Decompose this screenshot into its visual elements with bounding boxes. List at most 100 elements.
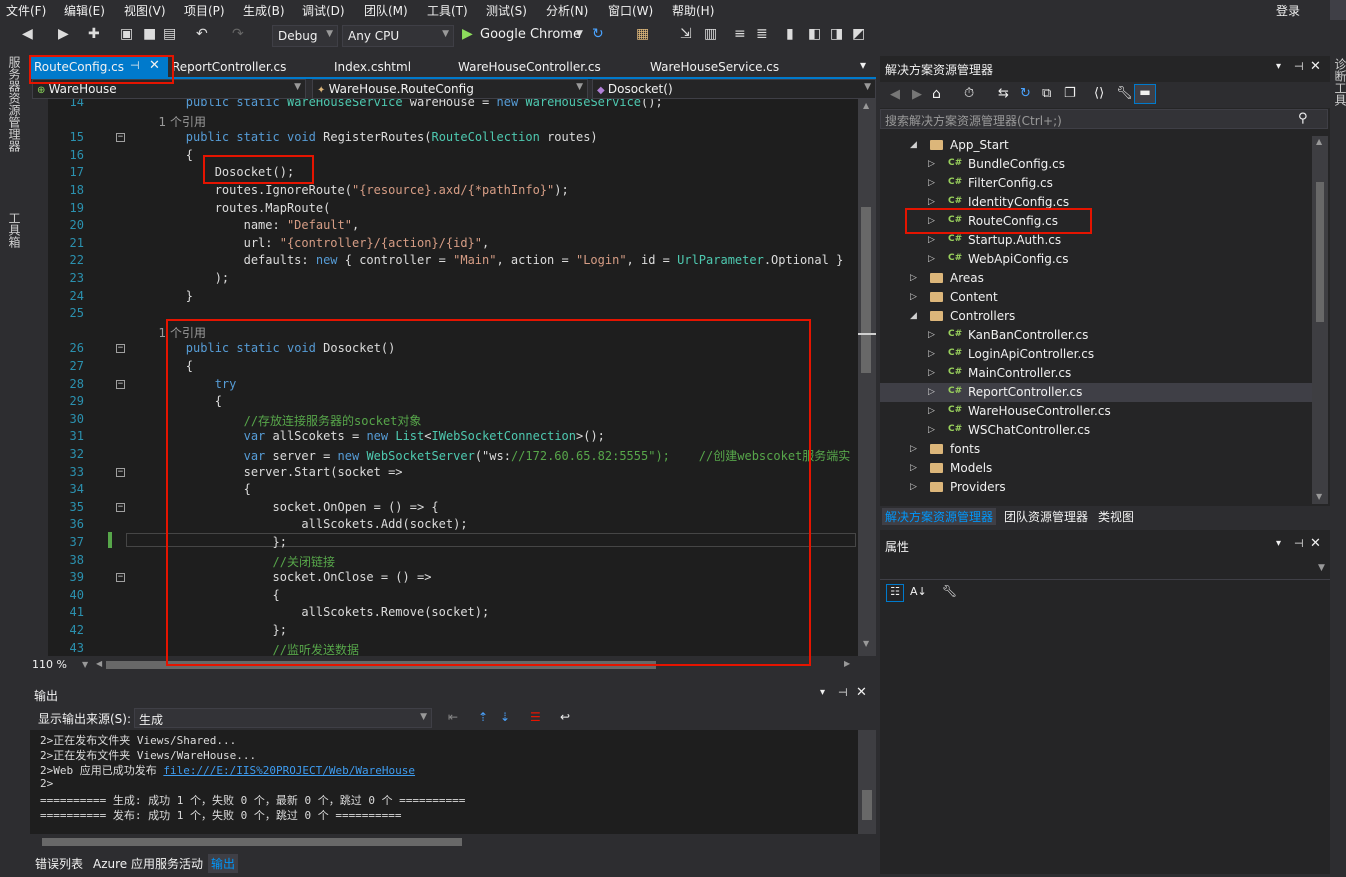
tab-output[interactable]: 输出 [208,854,239,873]
collapsed-arrow-icon[interactable]: ▷ [928,254,935,264]
output-text[interactable]: 2>正在发布文件夹 Views/Shared... 2>正在发布文件夹 Views… [30,730,858,834]
collapsed-arrow-icon[interactable]: ▷ [928,216,935,226]
solution-vertical-scrollbar[interactable]: ▲ ▼ [1312,136,1328,504]
collapsed-arrow-icon[interactable]: ▷ [928,368,935,378]
tree-item[interactable]: ▷ Areas [880,269,1312,288]
dropdown-icon[interactable]: ▾ [1276,538,1281,549]
close-icon[interactable]: ✕ [1310,536,1321,551]
pin-icon[interactable]: ⊣ [838,686,848,699]
solution-search-input[interactable]: 搜索解决方案资源管理器(Ctrl+;) [880,109,1328,129]
fold-toggle-icon[interactable]: − [116,503,125,512]
tab-warehousecontroller[interactable]: WareHouseController.cs [454,56,605,78]
tree-item[interactable]: ▷ fonts [880,440,1312,459]
home-icon[interactable]: ⌂ [932,86,941,102]
tree-item[interactable]: ▷ C# Startup.Auth.cs [880,231,1312,250]
collapse-all-icon[interactable]: ⧉ [1042,86,1051,101]
tab-team-explorer[interactable]: 团队资源管理器 [1004,508,1088,525]
editor-vertical-scrollbar[interactable]: ▲ ▼ [858,99,876,656]
bookmark-next-icon[interactable]: ◨ [830,26,843,42]
collapsed-arrow-icon[interactable]: ▷ [928,406,935,416]
word-wrap-icon[interactable]: ↩ [560,710,570,724]
output-source-combo[interactable]: 生成 ▼ [134,708,432,728]
tree-item[interactable]: ▷ Providers [880,478,1312,497]
scroll-down-icon[interactable]: ▼ [863,639,869,648]
tree-item[interactable]: ▷ Models [880,459,1312,478]
project-combo[interactable]: ⊕ WareHouse ▼ [32,79,306,99]
back-icon[interactable]: ◀ [890,87,900,102]
search-icon[interactable]: ⚲ [1298,111,1308,126]
collapsed-arrow-icon[interactable]: ▷ [910,444,917,454]
open-icon[interactable]: ▣ [120,26,133,42]
close-icon[interactable]: ✕ [149,58,160,73]
categorized-icon[interactable]: ☷ [886,584,904,602]
scroll-left-icon[interactable]: ◀ [96,659,102,668]
view-code-icon[interactable]: ⟨⟩ [1094,86,1104,101]
show-all-files-icon[interactable]: ❐ [1064,86,1076,101]
pin-icon[interactable]: ⊣ [1294,537,1304,550]
toolbox-tab[interactable]: 工具箱 [6,212,23,248]
scroll-thumb[interactable] [861,207,871,373]
prev-message-icon[interactable]: ⇡ [478,710,488,724]
diagnostic-tools-tab[interactable]: 诊断工具 [1332,58,1346,106]
fold-toggle-icon[interactable]: − [116,380,125,389]
member-combo[interactable]: ◆ Dosocket() ▼ [592,79,876,99]
property-pages-icon[interactable]: 🔧︎ [942,584,957,598]
undo-icon[interactable]: ↶ [196,26,208,42]
code-lens-reference[interactable]: 1 个引用 [128,113,206,130]
tree-item[interactable]: ▷ C# WSChatController.cs [880,421,1312,440]
menu-view[interactable]: 视图(V) [124,2,166,19]
tree-item[interactable]: ▷ Content [880,288,1312,307]
close-icon[interactable]: ✕ [1310,59,1321,74]
goto-error-icon[interactable]: ⇤ [448,710,458,724]
dropdown-icon[interactable]: ▾ [1276,61,1281,72]
properties-icon[interactable]: 🔧︎ [1116,86,1133,101]
code-lens-reference[interactable]: 1 个引用 [128,324,206,341]
collapsed-arrow-icon[interactable]: ▷ [928,387,935,397]
fold-toggle-icon[interactable]: − [116,344,125,353]
alphabetical-icon[interactable]: A↓ [910,585,927,598]
chevron-down-icon[interactable]: ▼ [82,660,88,669]
clear-all-icon[interactable]: ☰ [530,710,541,724]
scroll-thumb[interactable] [862,790,872,820]
menu-tools[interactable]: 工具(T) [427,2,468,19]
tree-item[interactable]: ▷ C# RouteConfig.cs [880,212,1312,231]
menu-help[interactable]: 帮助(H) [672,2,714,19]
menu-debug[interactable]: 调试(D) [302,2,345,19]
scroll-up-icon[interactable]: ▲ [1316,137,1322,146]
code-editor[interactable]: 14 public static WareHouseService wareHo… [30,99,858,656]
tab-azure-activity[interactable]: Azure 应用服务活动 [90,854,206,873]
browser-label[interactable]: Google Chrome [480,27,581,42]
redo-icon[interactable]: ↷ [232,26,244,42]
sync-icon[interactable]: ⇆ [998,86,1009,101]
menu-project[interactable]: 项目(P) [184,2,225,19]
tab-warehouseservice[interactable]: WareHouseService.cs [646,56,783,78]
preview-icon[interactable]: ▬ [1134,84,1156,104]
expanded-arrow-icon[interactable]: ◢ [910,311,917,321]
tree-item[interactable]: ◢ Controllers [880,307,1312,326]
scroll-thumb[interactable] [42,838,462,846]
play-icon[interactable]: ▶ [462,26,473,42]
fold-toggle-icon[interactable]: − [116,573,125,582]
zoom-level[interactable]: 110 % [32,658,67,671]
menu-file[interactable]: 文件(F) [6,2,46,19]
fold-toggle-icon[interactable]: − [116,133,125,142]
server-explorer-tab[interactable]: 服务器资源管理器 [6,56,23,152]
output-link[interactable]: file:///E:/IIS%20PROJECT/Web/WareHouse [163,764,415,777]
collapsed-arrow-icon[interactable]: ▷ [910,482,917,492]
scroll-down-icon[interactable]: ▼ [1316,492,1322,501]
tab-list-icon[interactable]: ▾ [860,58,866,72]
tree-item[interactable]: ▷ C# KanBanController.cs [880,326,1312,345]
tree-item[interactable]: ▷ C# ReportController.cs [880,383,1312,402]
menu-analyze[interactable]: 分析(N) [546,2,588,19]
collapsed-arrow-icon[interactable]: ▷ [928,349,935,359]
pin-icon[interactable]: ⊣ [1294,60,1304,73]
tree-item[interactable]: ▷ C# FilterConfig.cs [880,174,1312,193]
collapsed-arrow-icon[interactable]: ▷ [928,178,935,188]
step-icon[interactable]: ⇲ [680,26,692,42]
comment-icon[interactable]: ≡ [734,26,746,42]
tab-error-list[interactable]: 错误列表 [32,854,86,873]
save-all-icon[interactable]: ▤ [163,26,176,42]
collapsed-arrow-icon[interactable]: ▷ [928,197,935,207]
login-link[interactable]: 登录 [1276,2,1300,19]
collapsed-arrow-icon[interactable]: ▷ [928,159,935,169]
